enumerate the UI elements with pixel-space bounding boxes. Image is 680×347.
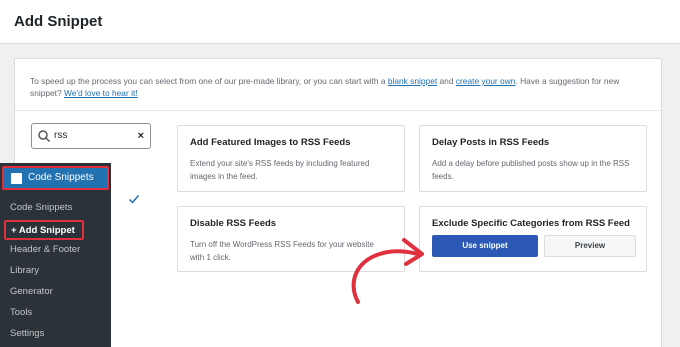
divider: [15, 110, 661, 111]
sidebar-item-code-snippets[interactable]: Code Snippets: [10, 202, 72, 213]
snippet-card[interactable]: Delay Posts in RSS Feeds Add a delay bef…: [419, 125, 647, 192]
snippet-card-title: Exclude Specific Categories from RSS Fee…: [432, 218, 630, 229]
code-snippets-icon: [11, 173, 22, 184]
snippet-card-title: Delay Posts in RSS Feeds: [432, 137, 550, 148]
annotation-arrow-icon: [351, 238, 424, 304]
clear-search-icon[interactable]: ×: [138, 129, 144, 143]
sidebar-item-label: + Add Snippet: [11, 225, 75, 236]
sidebar-item-add-snippet[interactable]: + Add Snippet: [4, 220, 84, 240]
suggestion-link[interactable]: We'd love to hear it!: [64, 88, 138, 98]
search-input[interactable]: rss ×: [31, 123, 151, 149]
sidebar-item-tools[interactable]: Tools: [10, 307, 32, 318]
snippet-library-panel: To speed up the process you can select f…: [14, 58, 662, 347]
preview-button[interactable]: Preview: [544, 235, 636, 257]
intro-text: To speed up the process you can select f…: [30, 75, 650, 99]
snippet-card-description: Add a delay before published posts show …: [432, 159, 630, 181]
sidebar-item-generator[interactable]: Generator: [10, 286, 53, 297]
checkmark-icon: [128, 195, 140, 204]
use-snippet-button[interactable]: Use snippet: [432, 235, 538, 257]
intro-text-part: and: [437, 76, 456, 86]
code-snippets-menu-head[interactable]: Code Snippets: [2, 166, 109, 190]
page-header: Add Snippet: [0, 0, 680, 44]
page-title: Add Snippet: [14, 13, 103, 30]
menu-head-label: Code Snippets: [28, 172, 94, 183]
search-value: rss: [54, 130, 68, 141]
snippet-card-title: Add Featured Images to RSS Feeds: [190, 137, 351, 148]
sidebar-item-header-footer[interactable]: Header & Footer: [10, 244, 80, 255]
snippet-card[interactable]: Add Featured Images to RSS Feeds Extend …: [177, 125, 405, 192]
snippet-card-hovered[interactable]: Exclude Specific Categories from RSS Fee…: [419, 206, 647, 272]
intro-text-part: To speed up the process you can select f…: [30, 76, 388, 86]
snippet-card-description: Extend your site's RSS feeds by includin…: [190, 159, 370, 181]
admin-sidebar-menu: Code Snippets Code Snippets + Add Snippe…: [0, 163, 111, 347]
snippet-card-title: Disable RSS Feeds: [190, 218, 277, 229]
create-your-own-link[interactable]: create your own: [456, 76, 516, 86]
search-icon: [38, 130, 51, 143]
blank-snippet-link[interactable]: blank snippet: [388, 76, 437, 86]
sidebar-item-settings[interactable]: Settings: [10, 328, 44, 339]
sidebar-item-library[interactable]: Library: [10, 265, 39, 276]
